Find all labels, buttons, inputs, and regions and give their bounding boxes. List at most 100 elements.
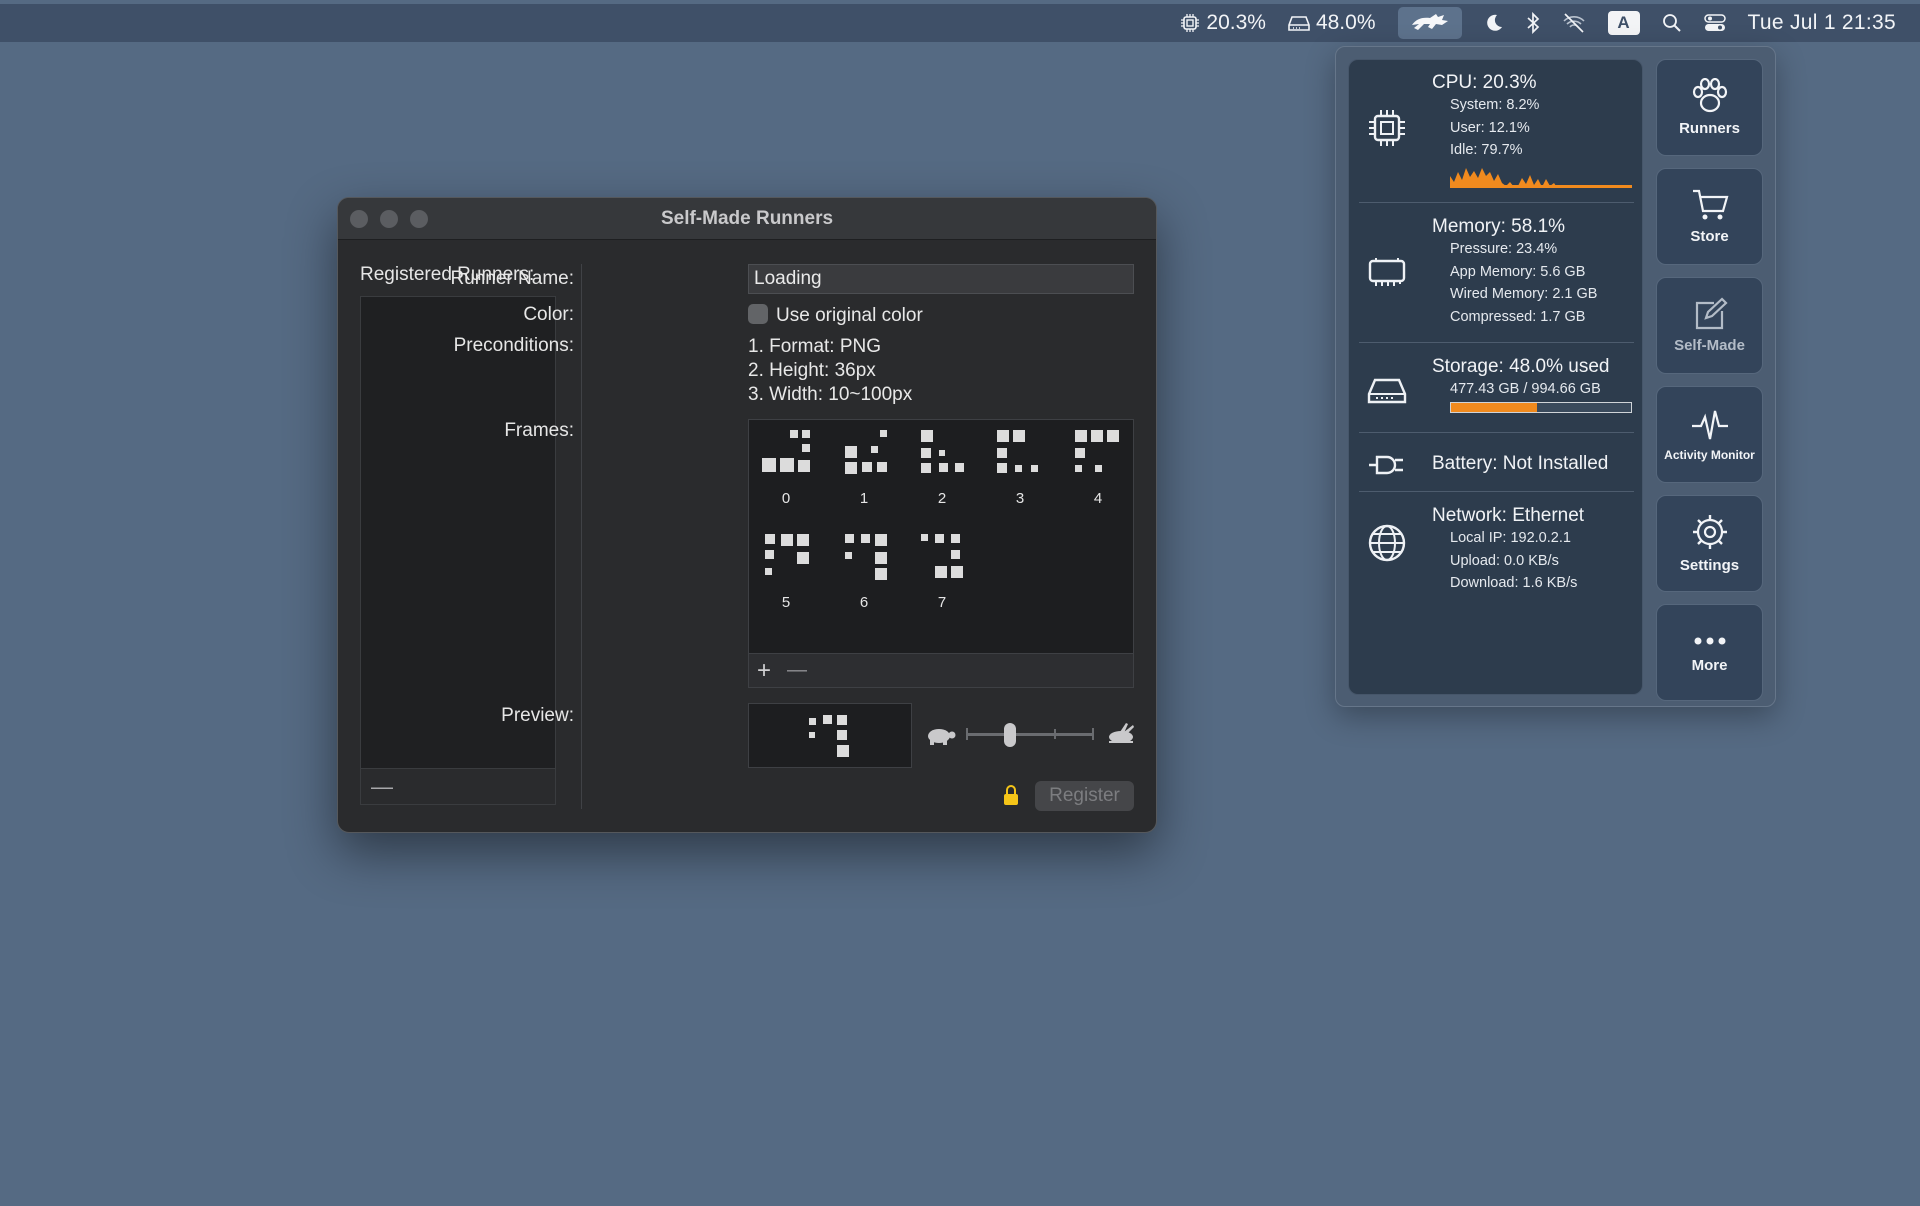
menubar-spotlight[interactable] <box>1662 4 1682 42</box>
registered-runners-list[interactable] <box>360 296 556 769</box>
search-icon <box>1662 14 1681 32</box>
menubar-clock[interactable]: Tue Jul 1 21:35 <box>1748 4 1897 42</box>
settings-button[interactable]: Settings <box>1656 495 1763 592</box>
use-original-color-checkbox[interactable] <box>748 304 768 324</box>
add-frame-button[interactable]: + <box>757 657 771 685</box>
network-title: Network: Ethernet <box>1432 505 1585 526</box>
bluetooth-icon <box>1526 12 1539 34</box>
runner-name-value: Loading <box>754 268 822 289</box>
frame-number: 0 <box>781 490 791 507</box>
zoom-button[interactable] <box>410 210 428 228</box>
menubar-storage-value: 48.0% <box>1315 11 1376 34</box>
storage-section[interactable]: Storage: 48.0% used 477.43 GB / 994.66 G… <box>1349 344 1644 436</box>
frame-number: 1 <box>859 490 869 507</box>
frames-footer: + — <box>748 654 1134 688</box>
use-original-color[interactable]: Use original color <box>748 304 923 327</box>
menubar-focus[interactable] <box>1484 4 1504 42</box>
ellipsis-icon <box>1694 637 1725 645</box>
menubar-storage[interactable]: 48.0% <box>1288 4 1376 42</box>
wifi-off-icon <box>1562 13 1585 33</box>
cpu-idle: Idle: 79.7% <box>1450 142 1523 158</box>
menubar-control-center[interactable] <box>1703 4 1726 42</box>
frame-number: 7 <box>937 594 947 611</box>
section-divider <box>1359 202 1634 203</box>
minimize-button[interactable] <box>380 210 398 228</box>
frames-grid[interactable]: 0 1 2 3 4 5 6 7 <box>748 419 1134 654</box>
frame-item[interactable]: 3 <box>985 428 1055 507</box>
frame-item[interactable]: 5 <box>751 532 821 611</box>
speed-slider-thumb <box>1004 723 1016 747</box>
settings-label: Settings <box>1679 557 1740 574</box>
cpu-title: CPU: 20.3% <box>1432 72 1537 93</box>
menubar-input-source[interactable]: A <box>1607 4 1640 42</box>
pane-divider <box>581 264 582 809</box>
remove-runner-button[interactable]: — <box>371 774 393 800</box>
moon-icon <box>1486 14 1502 31</box>
frame-item[interactable]: 7 <box>907 532 977 611</box>
register-button[interactable]: Register <box>1035 781 1134 811</box>
plug-icon <box>1369 455 1403 475</box>
network-ip: Local IP: 192.0.2.1 <box>1450 530 1571 546</box>
storage-title: Storage: 48.0% used <box>1432 356 1610 377</box>
frame-item[interactable]: 6 <box>829 532 899 611</box>
menubar-wifi[interactable] <box>1562 4 1586 42</box>
cpu-usage-graph <box>1450 168 1632 188</box>
preview-label: Preview: <box>501 705 574 726</box>
network-section[interactable]: Network: Ethernet Local IP: 192.0.2.1 Up… <box>1349 493 1644 603</box>
window-controls <box>350 210 428 228</box>
cpu-section[interactable]: CPU: 20.3% System: 8.2% User: 12.1% Idle… <box>1349 60 1644 200</box>
memory-wired: Wired Memory: 2.1 GB <box>1450 286 1598 302</box>
frame-item[interactable]: 4 <box>1063 428 1133 507</box>
store-button[interactable]: Store <box>1656 168 1763 265</box>
more-button[interactable]: More <box>1656 604 1763 701</box>
battery-section[interactable]: Battery: Not Installed <box>1349 434 1644 496</box>
network-download: Download: 1.6 KB/s <box>1450 575 1578 591</box>
section-divider <box>1359 491 1634 492</box>
preview-runner-image <box>809 715 849 757</box>
storage-detail: 477.43 GB / 994.66 GB <box>1450 381 1601 397</box>
memory-section[interactable]: Memory: 58.1% Pressure: 23.4% App Memory… <box>1349 204 1644 342</box>
hare-icon <box>1109 723 1134 743</box>
memory-icon <box>1368 258 1406 286</box>
section-divider <box>1359 342 1634 343</box>
frame-item[interactable]: 0 <box>751 428 821 507</box>
use-original-color-label: Use original color <box>776 305 923 326</box>
battery-title: Battery: Not Installed <box>1432 453 1609 474</box>
paw-icon <box>1692 78 1727 113</box>
activity-icon <box>1691 410 1728 439</box>
stats-card: CPU: 20.3% System: 8.2% User: 12.1% Idle… <box>1348 59 1643 695</box>
cpu-system: System: 8.2% <box>1450 97 1540 113</box>
memory-app: App Memory: 5.6 GB <box>1450 264 1586 280</box>
activity-monitor-label: Activity Monitor <box>1664 447 1755 462</box>
frame-number: 5 <box>781 594 791 611</box>
activity-monitor-button[interactable]: Activity Monitor <box>1656 386 1763 483</box>
precondition-item: 2. Height: 36px <box>748 360 876 381</box>
memory-title: Memory: 58.1% <box>1432 216 1566 237</box>
self-made-button[interactable]: Self-Made <box>1656 277 1763 374</box>
lock-icon[interactable] <box>1003 784 1019 806</box>
menubar-bluetooth[interactable] <box>1526 4 1540 42</box>
frame-item[interactable]: 2 <box>907 428 977 507</box>
menubar-runner-button[interactable] <box>1397 7 1462 39</box>
memory-pressure: Pressure: 23.4% <box>1450 241 1558 257</box>
compose-icon <box>1695 297 1728 330</box>
menubar-cpu-value: 20.3% <box>1206 11 1266 34</box>
section-divider <box>1359 432 1634 433</box>
frame-number: 6 <box>859 594 869 611</box>
close-button[interactable] <box>350 210 368 228</box>
frame-item[interactable]: 1 <box>829 428 899 507</box>
runner-name-input[interactable]: Loading <box>748 264 1134 294</box>
speed-slider[interactable] <box>924 720 1138 750</box>
runners-button[interactable]: Runners <box>1656 59 1763 156</box>
input-source-badge: A <box>1607 11 1640 35</box>
tortoise-icon <box>928 729 956 745</box>
color-label: Color: <box>523 304 574 325</box>
menubar-cpu[interactable]: 20.3% <box>1180 4 1266 42</box>
title-bar[interactable]: Self-Made Runners <box>338 198 1156 240</box>
network-upload: Upload: 0.0 KB/s <box>1450 553 1559 569</box>
memory-compressed: Compressed: 1.7 GB <box>1450 309 1586 325</box>
preview-box <box>748 703 912 768</box>
frame-number: 2 <box>937 490 947 507</box>
remove-frame-button[interactable]: — <box>787 659 807 682</box>
precondition-item: 1. Format: PNG <box>748 336 882 357</box>
